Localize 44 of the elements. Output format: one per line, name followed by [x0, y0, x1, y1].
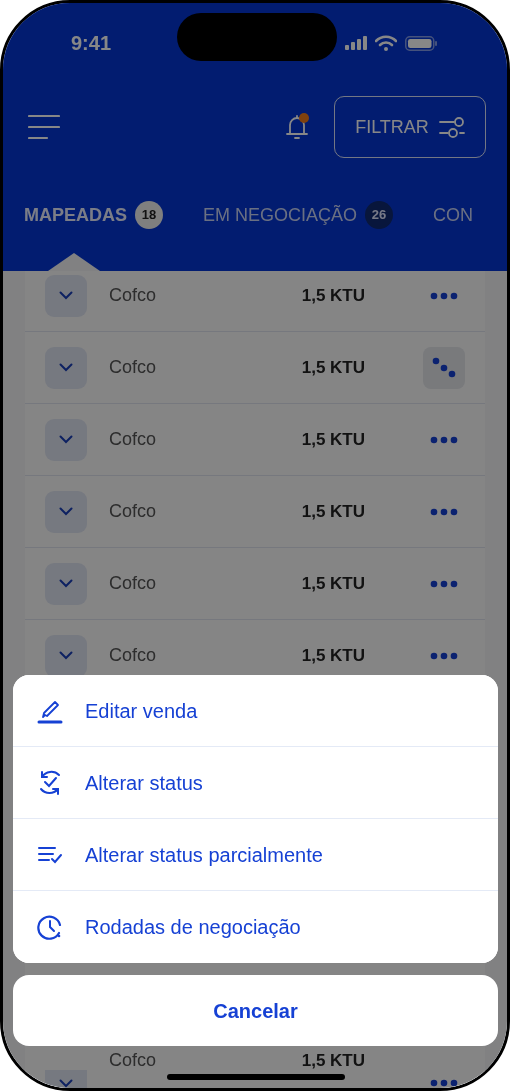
more-icon	[429, 507, 459, 516]
menu-button[interactable]	[28, 114, 60, 140]
chevron-down-icon	[59, 579, 73, 588]
wifi-icon	[375, 35, 397, 51]
tab[interactable]: EM NEGOCIAÇÃO 26	[203, 201, 394, 229]
amount: 1,5 KTU	[301, 284, 365, 307]
company-name: Cofco	[109, 356, 157, 379]
chevron-down-icon	[59, 291, 73, 300]
chevron-down-icon	[59, 435, 73, 444]
clock-icon	[37, 913, 63, 941]
refresh-check-icon	[37, 769, 63, 796]
amount: 1,5 KTU	[301, 428, 365, 451]
amount: 1,5 KTU	[301, 1049, 365, 1072]
company-name: Cofco	[109, 572, 157, 595]
menu-icon	[28, 114, 60, 140]
amount: 1,5 KTU	[301, 356, 365, 379]
chevron-down-icon	[59, 1078, 73, 1088]
sliders-icon	[438, 116, 465, 138]
more-icon	[429, 579, 459, 588]
more-icon	[429, 291, 459, 300]
count-badge: 26	[365, 201, 394, 229]
more-icon	[429, 435, 459, 444]
more-icon	[429, 651, 459, 660]
chevron-down-icon	[59, 363, 73, 372]
amount: 1,5 KTU	[301, 500, 365, 523]
menu-item[interactable]: Editar venda	[13, 675, 498, 747]
bell-icon[interactable]	[284, 113, 310, 141]
filter-button[interactable]: FILTRAR	[334, 96, 486, 158]
company-name: Cofco	[109, 284, 157, 307]
chevron-down-icon	[59, 651, 73, 660]
status-time: 9:41	[71, 31, 112, 56]
cancel-button[interactable]: Cancelar	[13, 975, 498, 1046]
company-name: Cofco	[109, 644, 157, 667]
tab[interactable]: MAPEADAS 18	[24, 201, 163, 229]
chevron-down-icon	[59, 507, 73, 516]
company-name: Cofco	[109, 428, 157, 451]
signal-icon	[345, 36, 367, 50]
amount: 1,5 KTU	[301, 644, 365, 667]
company-name: Cofco	[109, 1049, 157, 1072]
count-badge: 18	[135, 201, 163, 229]
company-name: Cofco	[109, 500, 157, 523]
amount: 1,5 KTU	[301, 572, 365, 595]
more-icon	[429, 1079, 459, 1087]
expand-button[interactable]	[45, 634, 87, 677]
